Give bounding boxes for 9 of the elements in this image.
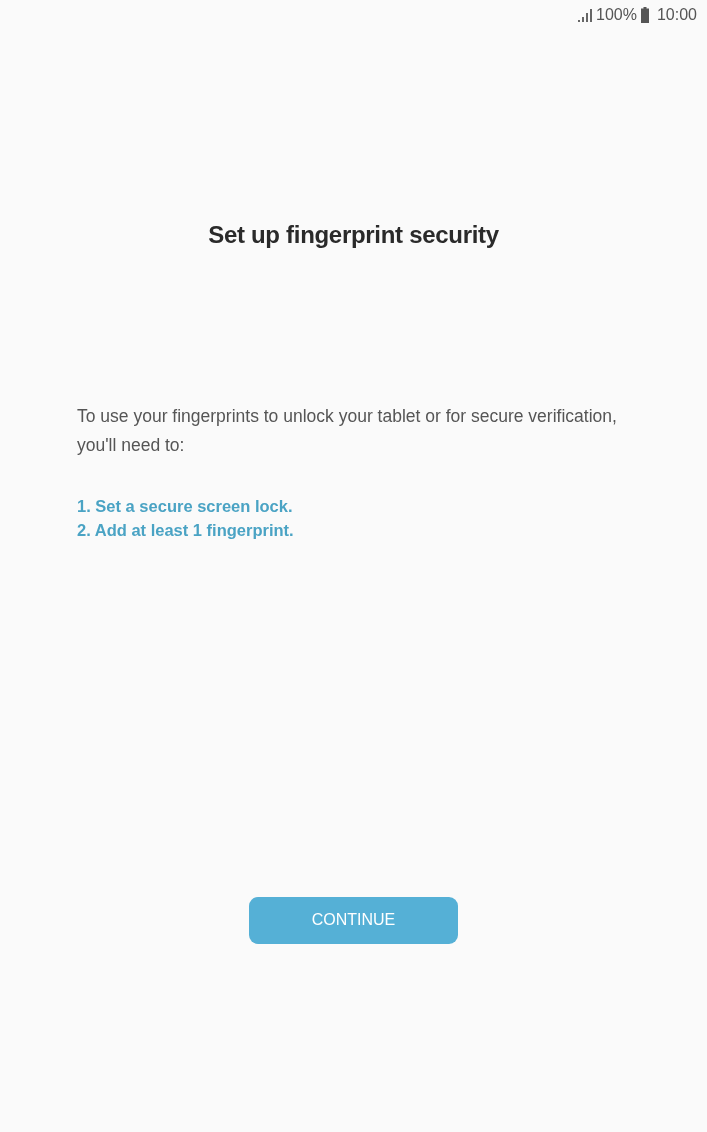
description-text: To use your fingerprints to unlock your tablet or for secure verification, you'll need to: — [77, 404, 618, 457]
battery-percent: 100% — [596, 5, 637, 25]
step-text: 2. Add at least 1 fingerprint. — [77, 519, 294, 541]
step-text: 1. Set a secure screen lock. — [77, 495, 293, 517]
battery-icon — [640, 7, 649, 23]
clock-time: 10:00 — [656, 5, 697, 25]
continue-button[interactable]: CONTINUE — [249, 896, 458, 944]
signal-icon — [578, 8, 593, 22]
screen-title: Set up fingerprint security — [207, 221, 500, 250]
